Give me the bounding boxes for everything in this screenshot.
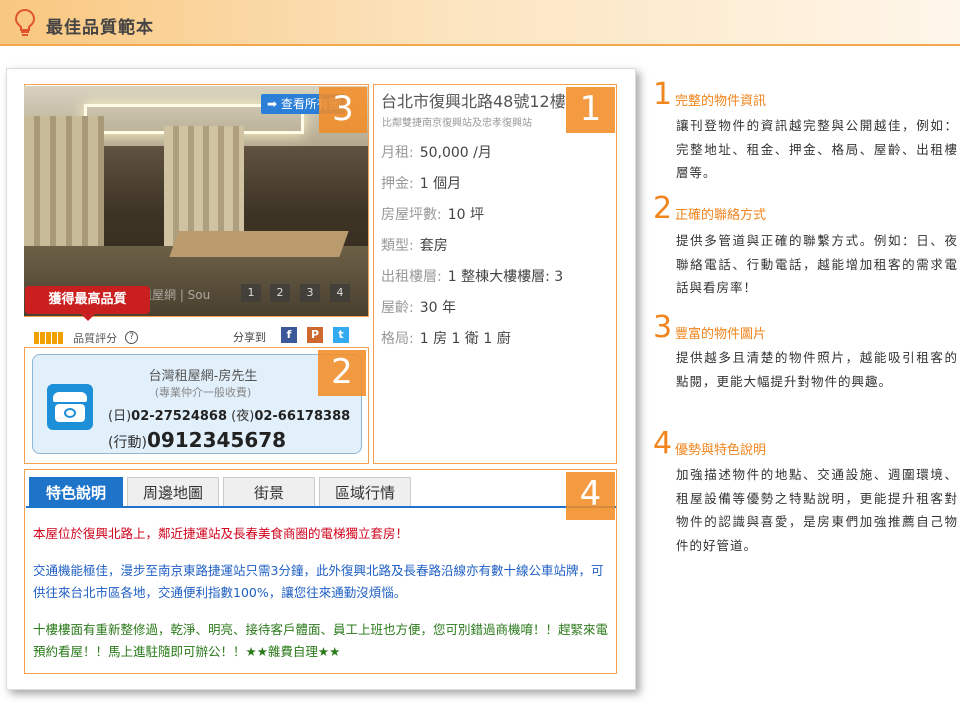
badge-1: 1	[566, 87, 615, 133]
size-row: 房屋坪數: 10 坪	[381, 207, 484, 223]
tab-features[interactable]: 特色說明	[29, 477, 123, 507]
page-header: 最佳品質範本	[0, 0, 960, 46]
tip-2-body: 提供多管道與正確的聯繫方式。例如：日、夜聯絡電話、行動電話，越能增加租客的需求電…	[676, 233, 958, 295]
badge-3: 3	[319, 87, 367, 133]
tip-4-body: 加強描述物件的地點、交通設施、週圍環境、租屋設備等優勢之特點說明，更能提升租客對…	[676, 467, 958, 553]
description-p1: 本屋位於復興北路上，鄰近捷運站及長春美食商圈的電梯獨立套房！	[33, 526, 409, 541]
tip-3-body: 提供越多且清楚的物件照片，越能吸引租客的點閱，更能大幅提升對物件的興趣。	[676, 350, 958, 389]
twitter-icon[interactable]: t	[333, 327, 349, 343]
tip-1-number: 1	[653, 77, 673, 112]
tab-street-view[interactable]: 街景	[223, 477, 315, 507]
facebook-icon[interactable]: f	[281, 327, 297, 343]
layout-row: 格局: 1 房 1 衛 1 廚	[381, 331, 511, 347]
contact-panel: 台灣租屋網-房先生 (專業仲介一般收費) (日)02-27524868 (夜)0…	[32, 354, 362, 454]
photo-page-2[interactable]: 2	[270, 284, 290, 302]
tip-3-number: 3	[653, 310, 673, 345]
badge-4: 4	[566, 472, 615, 520]
tip-2-title: 正確的聯絡方式	[675, 208, 767, 223]
photo-watermark: 租屋網 | Sou	[140, 288, 211, 302]
tab-market[interactable]: 區域行情	[319, 477, 411, 507]
contact-phones: (日)02-27524868 (夜)02-66178388	[108, 409, 351, 424]
type-row: 類型: 套房	[381, 238, 448, 254]
share-label: 分享到	[233, 331, 266, 344]
mobile-phone[interactable]: 0912345678	[147, 428, 286, 452]
award-badge: 獲得最高品質	[25, 286, 150, 321]
tab-underline	[26, 506, 616, 508]
tip-1-body: 讓刊登物件的資訊越完整與公開越佳，例如：完整地址、租金、押金、格局、屋齡、出租樓…	[676, 118, 958, 180]
tip-4-number: 4	[653, 426, 673, 461]
contact-mobile: (行動)0912345678	[108, 428, 287, 452]
listing-subtitle: 比鄰雙捷南京復興站及忠孝復興站	[382, 118, 532, 129]
contact-name: 台灣租屋網-房先生	[148, 369, 258, 384]
badge-2: 2	[318, 350, 366, 396]
age-row: 屋齡: 30 年	[381, 300, 456, 316]
deposit-row: 押金: 1 個月	[381, 176, 462, 192]
tip-3-title: 豐富的物件圖片	[675, 327, 767, 342]
page-title: 最佳品質範本	[46, 18, 154, 38]
photo-page-1[interactable]: 1	[241, 284, 261, 302]
help-icon[interactable]: ?	[125, 331, 139, 344]
telephone-icon	[47, 384, 93, 430]
photo-page-4[interactable]: 4	[330, 284, 350, 302]
contact-note: (專業仲介一般收費)	[154, 386, 252, 399]
tip-2-number: 2	[653, 191, 673, 226]
description-p3: 十樓樓面有重新整修過，乾淨、明亮、接待客戶體面、員工上班也方便，您可別錯過商機唷…	[33, 622, 609, 659]
photo-page-3[interactable]: 3	[300, 284, 320, 302]
quality-rating: 品質評分 ?	[34, 327, 139, 346]
lightbulb-icon	[14, 8, 36, 36]
description-p2: 交通機能極佳，漫步至南京東路捷運站只需3分鐘，此外復興北路及長春路沿線亦有數十線…	[33, 563, 604, 600]
tab-map[interactable]: 周邊地圖	[127, 477, 219, 507]
rent-row: 月租: 50,000 /月	[381, 145, 492, 161]
floor-row: 出租樓層: 1 整棟大樓樓層: 3	[381, 269, 564, 285]
property-photo[interactable]	[24, 86, 368, 316]
tip-1-title: 完整的物件資訊	[675, 94, 767, 109]
plurk-icon[interactable]: P	[307, 327, 323, 343]
day-phone[interactable]: 02-27524868	[131, 409, 227, 424]
tip-4-title: 優勢與特色說明	[675, 443, 767, 458]
night-phone[interactable]: 02-66178388	[254, 409, 350, 424]
arrow-right-icon: ➡	[267, 97, 278, 111]
quality-rating-label: 品質評分	[73, 331, 118, 345]
